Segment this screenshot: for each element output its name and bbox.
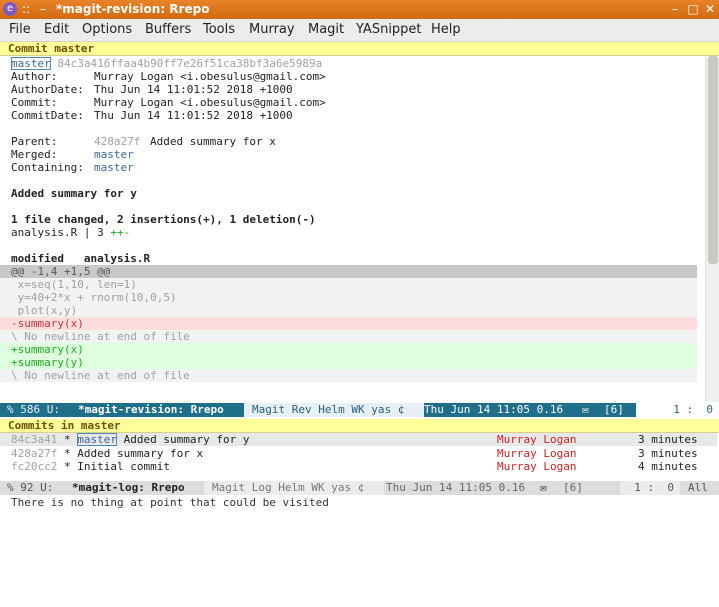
log-row-hash[interactable]: 428a27f — [11, 447, 57, 460]
log-row-star: * — [63, 433, 71, 446]
commit-date-label: CommitDate: — [11, 109, 84, 122]
window-title: *magit-revision: Rrepo — [56, 2, 210, 16]
containing-branch[interactable]: master — [94, 161, 134, 174]
log-header-line: Commits in master — [0, 419, 719, 433]
modeline-position: 1 : 0 — [620, 481, 680, 495]
diff-added-line: +summary(x) — [0, 343, 697, 356]
modeline-count: [6] — [604, 403, 624, 416]
menu-edit[interactable]: Edit — [44, 22, 69, 38]
log-row-author: Murray Logan — [497, 460, 577, 473]
window-title-bar[interactable]: e :: – *magit-revision: Rrepo – □ ✕ — [0, 0, 719, 19]
diff-context-line: plot(x,y) — [0, 304, 697, 317]
containing-line: Containing: master — [0, 161, 134, 174]
echo-area-message: There is no thing at point that could be… — [11, 496, 329, 509]
scroll-thumb[interactable] — [708, 56, 718, 264]
modeline-time: Thu Jun 14 11:05 0.16 — [386, 481, 526, 494]
menu-bar: File Edit Options Buffers Tools Murray M… — [0, 19, 719, 42]
log-row[interactable]: fc20cc2 * Initial commit Murray Logan 4 mi… — [0, 460, 698, 473]
parent-hash[interactable]: 428a27f — [94, 135, 140, 148]
menu-buffers[interactable]: Buffers — [145, 22, 191, 38]
log-row-age: 3 minutes — [638, 447, 698, 460]
modeline-revision: % 586 U: *magit-revision: Rrepo Magit Re… — [0, 403, 719, 417]
file-stat-name: analysis.R | 3 — [11, 226, 111, 239]
log-row-star: * — [63, 460, 71, 473]
no-newline-note: \ No newline at end of file — [0, 369, 697, 382]
modeline-buffer-name[interactable]: *magit-log: Rrepo — [72, 481, 185, 495]
menu-murray[interactable]: Murray — [249, 22, 295, 38]
menu-tools[interactable]: Tools — [203, 22, 235, 38]
parent-message: Added summary for x — [150, 135, 276, 148]
diff-stats: 1 file changed, 2 insertions(+), 1 delet… — [11, 213, 316, 226]
author-date-value: Thu Jun 14 11:01:52 2018 +1000 — [94, 83, 293, 96]
title-dash: – — [40, 2, 46, 16]
file-stat-line[interactable]: analysis.R | 3 ++- — [0, 226, 130, 239]
modeline-log: % 92 U: *magit-log: Rrepo Magit Log Helm… — [0, 481, 719, 495]
title-prefix: :: — [22, 2, 31, 16]
containing-label: Containing: — [11, 161, 84, 174]
author-date-line: AuthorDate: Thu Jun 14 11:01:52 2018 +100… — [0, 83, 293, 96]
diff-added-line: +summary(y) — [0, 356, 697, 369]
diff-context-line: y=40+2*x + rnorm(10,0,5) — [0, 291, 697, 304]
commit-ref-line: master 84c3a416ffaa4b90ff7e26f51ca38bf3a… — [0, 57, 322, 70]
log-row-hash[interactable]: 84c3a41 — [11, 433, 57, 446]
commit-date-value: Thu Jun 14 11:01:52 2018 +1000 — [94, 109, 293, 122]
commit-hash[interactable]: 84c3a416ffaa4b90ff7e26f51ca38bf3a6e5989a — [57, 57, 322, 70]
commit-label: Commit: — [11, 96, 58, 109]
log-row-author: Murray Logan — [497, 433, 577, 446]
modified-file-heading[interactable]: modified analysis.R — [0, 252, 150, 265]
menu-help[interactable]: Help — [431, 22, 461, 38]
modeline-status: % 92 U: — [7, 481, 54, 494]
minimize-button[interactable]: – — [668, 1, 682, 17]
log-row-message: Initial commit — [77, 460, 170, 473]
revision-header-line: Commit master — [0, 42, 719, 56]
parent-label: Parent: — [11, 135, 58, 148]
diff-context-line: x=seq(1,10, len=1) — [0, 278, 697, 291]
merged-label: Merged: — [11, 148, 58, 161]
diff-removed-line: -summary(x) — [0, 317, 697, 330]
log-row-ref[interactable]: master — [77, 433, 117, 446]
author-date-label: AuthorDate: — [11, 83, 84, 96]
ref-master-label[interactable]: master — [11, 57, 51, 70]
mail-icon[interactable]: ✉ — [582, 403, 589, 417]
log-row[interactable]: 84c3a41 * master Added summary for y Murr… — [0, 433, 717, 446]
author-label: Author: — [11, 70, 58, 83]
log-row-age: 4 minutes — [638, 460, 698, 473]
modeline-modes[interactable]: Magit Rev Helm WK yas ¢ — [244, 403, 424, 417]
close-button[interactable]: ✕ — [703, 1, 717, 17]
menu-options[interactable]: Options — [82, 22, 132, 38]
modeline-count: [6] — [563, 481, 583, 494]
log-row-age: 3 minutes — [638, 433, 698, 446]
no-newline-note: \ No newline at end of file — [0, 330, 697, 343]
modeline-time: Thu Jun 14 11:05 0.16 — [424, 403, 564, 416]
commit-line: Commit: Murray Logan <i.obesulus@gmail.co… — [0, 96, 326, 109]
merged-branch[interactable]: master — [94, 148, 134, 161]
file-stat-marks: ++- — [110, 226, 131, 239]
author-line: Author: Murray Logan <i.obesulus@gmail.co… — [0, 70, 326, 83]
maximize-button[interactable]: □ — [686, 1, 700, 17]
emacs-app-icon[interactable]: e — [3, 2, 17, 16]
log-row-message: Added summary for x — [77, 447, 204, 460]
author-value: Murray Logan <i.obesulus@gmail.com> — [94, 70, 326, 83]
log-row-star: * — [63, 447, 71, 460]
parent-line[interactable]: Parent: 428a27f Added summary for x — [0, 135, 276, 148]
modeline-status: % 586 U: — [7, 403, 60, 416]
log-row-hash[interactable]: fc20cc2 — [11, 460, 57, 473]
modeline-modes[interactable]: Magit Log Helm WK yas ¢ — [204, 481, 384, 495]
menu-file[interactable]: File — [9, 22, 31, 38]
modeline-scroll-all: All — [688, 481, 708, 494]
log-row-message: Added summary for y — [123, 433, 250, 446]
revision-scrollbar[interactable] — [705, 56, 719, 402]
commit-summary: Added summary for y — [11, 187, 137, 200]
modeline-position: 1 : 0 — [636, 403, 719, 417]
log-row[interactable]: 428a27f * Added summary for x Murray Loga… — [0, 447, 698, 460]
mail-icon[interactable]: ✉ — [540, 481, 547, 495]
modeline-buffer-name[interactable]: *magit-revision: Rrepo — [78, 403, 224, 417]
menu-yasnippet[interactable]: YASnippet — [356, 22, 422, 38]
log-row-author: Murray Logan — [497, 447, 577, 460]
commit-date-line: CommitDate: Thu Jun 14 11:01:52 2018 +100… — [0, 109, 293, 122]
committer-value: Murray Logan <i.obesulus@gmail.com> — [94, 96, 326, 109]
menu-magit[interactable]: Magit — [308, 22, 344, 38]
hunk-header[interactable]: @@ -1,4 +1,5 @@ — [0, 265, 697, 278]
merged-line: Merged: master — [0, 148, 134, 161]
